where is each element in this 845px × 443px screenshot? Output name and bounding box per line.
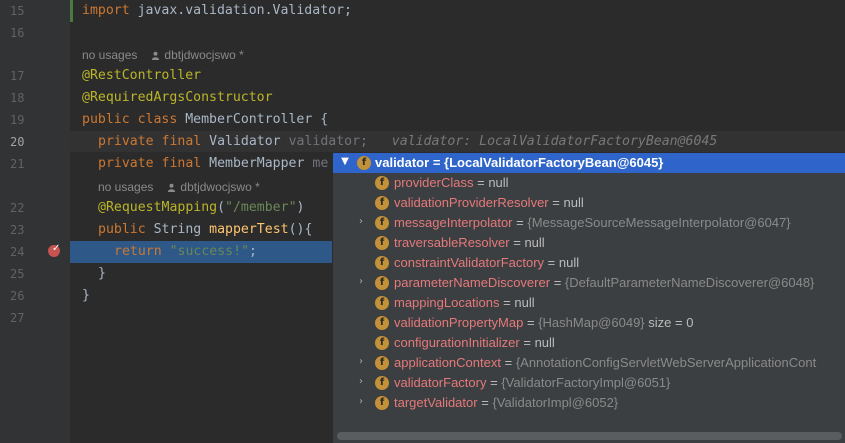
- debug-value-popup[interactable]: ▼ f validator = {LocalValidatorFactoryBe…: [332, 153, 845, 443]
- field-icon: f: [357, 156, 371, 170]
- code-line-26: }: [82, 288, 90, 303]
- code-vision-usages[interactable]: no usages dbtjdwocjswo *: [98, 180, 260, 194]
- code-line-25: }: [98, 266, 106, 281]
- code-line-22: @RequestMapping("/member"): [98, 200, 305, 215]
- line-number: 23: [10, 223, 25, 237]
- code-line-21: private final MemberMapper me: [98, 156, 329, 171]
- horizontal-scrollbar[interactable]: [337, 432, 842, 440]
- tree-node[interactable]: f mappingLocations = null: [333, 293, 845, 313]
- chevron-down-icon[interactable]: ▼: [339, 156, 351, 167]
- tree-node[interactable]: f configurationInitializer = null: [333, 333, 845, 353]
- tree-node[interactable]: f providerClass = null: [333, 173, 845, 193]
- chevron-right-icon[interactable]: ›: [355, 396, 367, 407]
- change-marker: [70, 0, 73, 22]
- field-icon: f: [375, 356, 389, 370]
- code-line-23: public String mapperTest(){: [98, 222, 313, 237]
- tree-node[interactable]: › f messageInterpolator = {MessageSource…: [333, 213, 845, 233]
- chevron-right-icon[interactable]: ›: [355, 216, 367, 227]
- tree-node[interactable]: f validationPropertyMap = {HashMap@6049}…: [333, 313, 845, 333]
- line-number: 17: [10, 69, 25, 83]
- field-icon: f: [375, 316, 389, 330]
- author-icon: [152, 51, 160, 60]
- chevron-right-icon[interactable]: ›: [355, 276, 367, 287]
- line-number: 19: [10, 113, 25, 127]
- chevron-right-icon[interactable]: ›: [355, 376, 367, 387]
- tree-node[interactable]: › f applicationContext = {AnnotationConf…: [333, 353, 845, 373]
- tree-node[interactable]: › f parameterNameDiscoverer = {DefaultPa…: [333, 273, 845, 293]
- tree-node[interactable]: f validationProviderResolver = null: [333, 193, 845, 213]
- editor-gutter: [0, 0, 70, 443]
- tree-node-root[interactable]: ▼ f validator = {LocalValidatorFactoryBe…: [333, 153, 845, 173]
- tree-node[interactable]: f traversableResolver = null: [333, 233, 845, 253]
- field-icon: f: [375, 216, 389, 230]
- line-number: 27: [10, 311, 25, 325]
- code-line-17: @RestController: [82, 68, 202, 83]
- inline-debug-value: validator: LocalValidatorFactoryBean@604…: [391, 134, 718, 149]
- field-icon: f: [375, 236, 389, 250]
- field-icon: f: [375, 396, 389, 410]
- code-line-19: public class MemberController {: [82, 112, 329, 127]
- field-icon: f: [375, 276, 389, 290]
- field-icon: f: [375, 176, 389, 190]
- code-line-24: return "success!";: [114, 244, 257, 259]
- line-number: 16: [10, 26, 25, 40]
- author-icon: [168, 183, 176, 192]
- line-number: 24: [10, 245, 25, 259]
- code-line-18: @RequiredArgsConstructor: [82, 90, 273, 105]
- field-icon: f: [375, 256, 389, 270]
- field-icon: f: [375, 336, 389, 350]
- code-vision-usages[interactable]: no usages dbtjdwocjswo *: [82, 48, 244, 62]
- chevron-right-icon[interactable]: ›: [355, 356, 367, 367]
- field-icon: f: [375, 296, 389, 310]
- line-number: 15: [10, 4, 25, 18]
- tree-node[interactable]: › f targetValidator = {ValidatorImpl@605…: [333, 393, 845, 413]
- code-line-15: import javax.validation.Validator;: [82, 3, 352, 18]
- tree-node[interactable]: f constraintValidatorFactory = null: [333, 253, 845, 273]
- code-line-20: private final Validator validator; valid…: [98, 134, 718, 149]
- tree-node[interactable]: › f validatorFactory = {ValidatorFactory…: [333, 373, 845, 393]
- line-number: 26: [10, 289, 25, 303]
- breakpoint-check-icon: ✓: [52, 243, 61, 254]
- line-number: 25: [10, 267, 25, 281]
- line-number: 18: [10, 91, 25, 105]
- line-number: 21: [10, 157, 25, 171]
- line-number: 20: [10, 135, 25, 149]
- field-icon: f: [375, 196, 389, 210]
- field-icon: f: [375, 376, 389, 390]
- line-number: 22: [10, 201, 25, 215]
